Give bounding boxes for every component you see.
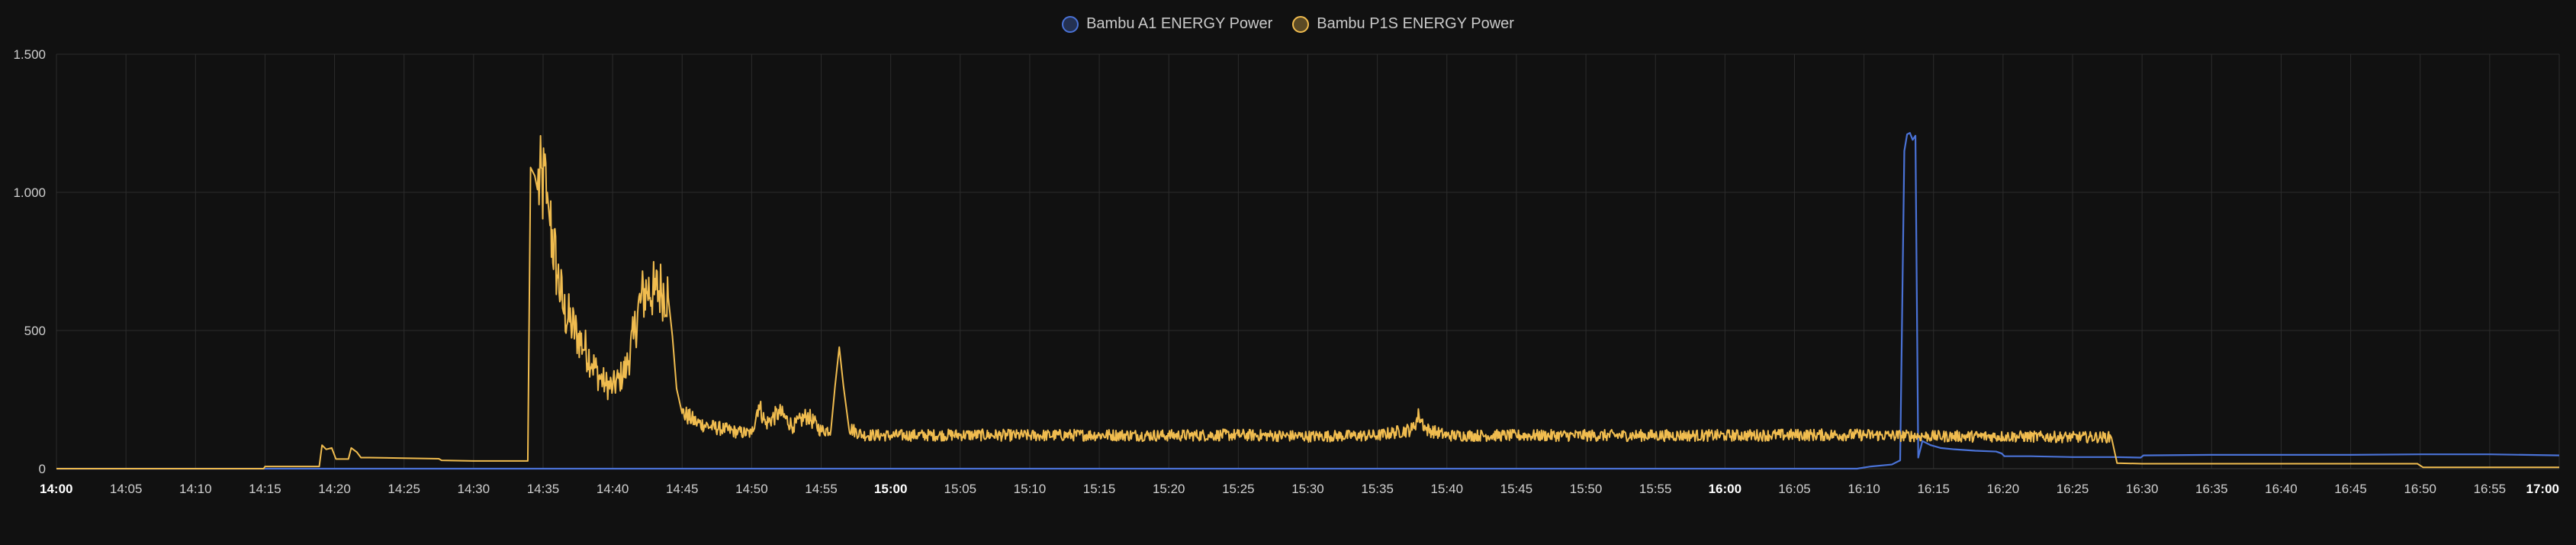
x-tick-label: 14:30 <box>458 482 490 496</box>
x-tick-label: 16:10 <box>1848 482 1880 496</box>
x-tick-label: 14:25 <box>388 482 420 496</box>
y-tick-label: 1.000 <box>13 185 46 200</box>
x-tick-label: 15:20 <box>1153 482 1185 496</box>
x-tick-label: 16:55 <box>2474 482 2507 496</box>
x-tick-label: 16:15 <box>1917 482 1950 496</box>
x-tick-label: 16:40 <box>2265 482 2298 496</box>
x-tick-label: 15:30 <box>1291 482 1324 496</box>
x-tick-label: 14:55 <box>805 482 838 496</box>
x-tick-label: 14:20 <box>318 482 351 496</box>
x-tick-label: 16:50 <box>2404 482 2436 496</box>
x-tick-label: 14:45 <box>666 482 699 496</box>
x-tick-label: 15:35 <box>1361 482 1394 496</box>
x-tick-label: 16:35 <box>2195 482 2228 496</box>
x-tick-label: 15:05 <box>944 482 977 496</box>
energy-chart: Bambu A1 ENERGY Power Bambu P1S ENERGY P… <box>0 0 2576 545</box>
x-tick-label: 15:50 <box>1570 482 1603 496</box>
x-tick-label: 16:45 <box>2334 482 2367 496</box>
y-tick-label: 1.500 <box>13 47 46 62</box>
x-tick-label: 16:25 <box>2057 482 2089 496</box>
y-tick-label: 500 <box>24 324 46 338</box>
x-tick-label: 15:45 <box>1500 482 1533 496</box>
x-tick-label: 16:30 <box>2126 482 2159 496</box>
x-tick-label: 15:25 <box>1222 482 1255 496</box>
x-tick-label: 15:10 <box>1014 482 1047 496</box>
x-tick-label: 14:50 <box>735 482 768 496</box>
y-tick-label: 0 <box>39 462 46 476</box>
x-tick-label: 14:15 <box>249 482 281 496</box>
x-tick-label: 16:20 <box>1987 482 2020 496</box>
chart-plot-svg[interactable]: 14:00 14:05 14:10 14:15 14:20 14:25 14:30 14:35… <box>0 0 2576 545</box>
x-tick-label: 15:00 <box>874 482 907 496</box>
x-tick-label: 14:10 <box>179 482 212 496</box>
x-tick-label: 15:55 <box>1639 482 1672 496</box>
x-tick-label: 16:00 <box>1709 482 1741 496</box>
x-tick-label: 17:00 <box>2526 482 2559 496</box>
x-tick-label: 15:15 <box>1083 482 1116 496</box>
x-tick-label: 16:05 <box>1778 482 1811 496</box>
x-tick-label: 14:05 <box>110 482 143 496</box>
x-tick-label: 14:00 <box>40 482 72 496</box>
x-tick-label: 14:40 <box>597 482 629 496</box>
x-tick-label: 14:35 <box>527 482 560 496</box>
x-tick-label: 15:40 <box>1431 482 1464 496</box>
